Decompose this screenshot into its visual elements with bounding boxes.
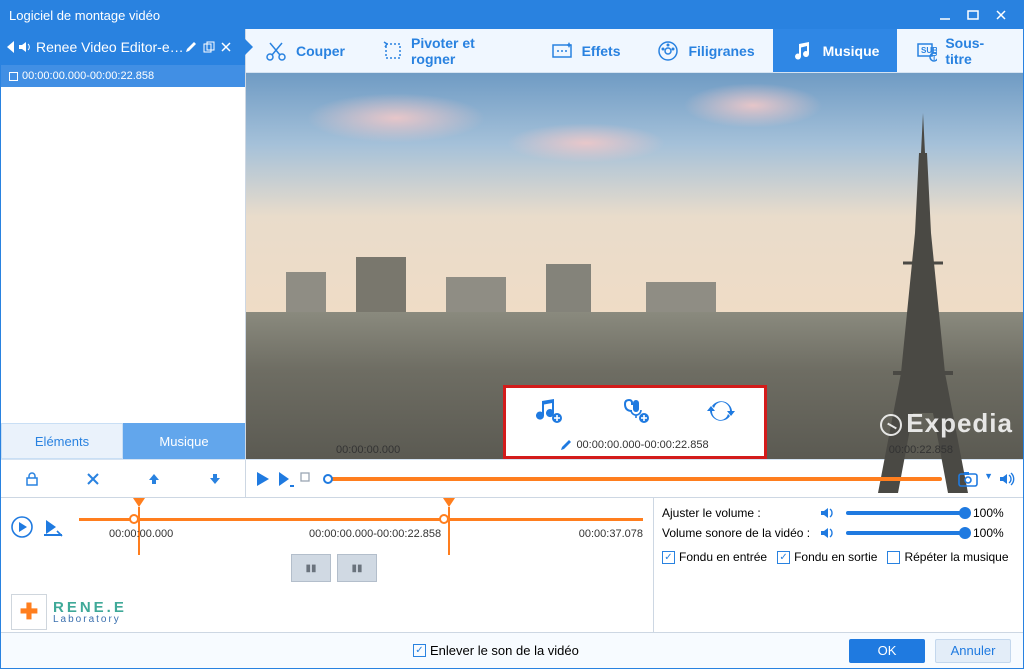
clip-list-empty [1,87,245,423]
adjust-volume-value: 100% [973,506,1015,520]
snapshot-icon[interactable] [958,471,978,487]
tool-cut[interactable]: Couper [246,29,363,72]
adjust-volume-slider[interactable] [846,511,965,515]
video-preview: Expedia 00:00:00.000-00:00:22.858 [246,73,1023,459]
volume-panel: Ajuster le volume : 100% Volume sonore d… [653,498,1023,632]
ruler-start: 00:00:00.000 [109,528,173,540]
left-panel: Renee Video Editor-ex... 00:00:00.000-00… [1,29,246,459]
minimize-button[interactable] [931,5,959,25]
clip-name: Renee Video Editor-ex... [36,39,185,55]
step-button[interactable] [298,470,312,488]
adjust-volume-label: Ajuster le volume : [662,506,812,520]
cancel-button[interactable]: Annuler [935,639,1011,663]
subtitle-icon: SUBT [915,39,937,63]
remove-audio-checkbox[interactable]: ✓Enlever le son de la vidéo [413,643,579,658]
preview-watermark: Expedia [880,408,1013,439]
brand-logo: ✚ RENE.E Laboratory [11,594,127,630]
transport-row: 00:00:00.000 00:00:22.858 ▼ [1,459,1023,497]
tool-watermark[interactable]: Filigranes [638,29,772,72]
play-button[interactable] [254,470,272,488]
ok-button[interactable]: OK [849,639,925,663]
tool-subtitle[interactable]: SUBT Sous-titre [897,29,1023,72]
repeat-checkbox[interactable]: Répéter la musique [887,550,1008,564]
progress-slider[interactable] [328,477,942,481]
play-segment-button[interactable] [276,470,294,488]
record-voice-icon[interactable] [621,397,649,425]
tool-music[interactable]: Musique [773,29,898,72]
watermark-icon [656,39,680,63]
fadeout-checkbox[interactable]: ✓Fondu en sortie [777,550,877,564]
remove-clip-icon[interactable] [221,42,239,52]
pencil-icon [560,439,572,451]
video-volume-label: Volume sonore de la vidéo : [662,526,812,540]
fadein-checkbox[interactable]: ✓Fondu en entrée [662,550,767,564]
clip-header[interactable]: Renee Video Editor-ex... [1,29,245,65]
music-icon [791,39,815,63]
collapse-icon [7,41,14,53]
speaker-icon [18,40,32,54]
video-volume-value: 100% [973,526,1015,540]
left-tabs: Eléments Musique [1,423,245,459]
ruler-end: 00:00:37.078 [579,528,643,540]
titlebar: Logiciel de montage vidéo [1,1,1023,29]
add-music-icon[interactable] [535,397,563,425]
delete-icon[interactable] [82,468,104,490]
tool-rotate-crop[interactable]: Pivoter et rogner [363,29,532,72]
overlay-timecode: 00:00:00.000-00:00:22.858 [576,439,708,451]
move-up-icon[interactable] [143,468,165,490]
music-overlay-panel: 00:00:00.000-00:00:22.858 [503,385,767,459]
clip-timecode: 00:00:00.000-00:00:22.858 [22,70,154,82]
ruler-mid: 00:00:00.000-00:00:22.858 [309,528,441,540]
app-title: Logiciel de montage vidéo [9,8,931,23]
logo-badge-icon: ✚ [11,594,47,630]
timeline-export-button[interactable] [43,517,63,537]
close-button[interactable] [987,5,1015,25]
tab-music[interactable]: Musique [123,423,245,459]
effects-icon [550,39,574,63]
timeline-ruler[interactable]: 00:00:00.000 00:00:00.000-00:00:22.858 0… [79,504,643,550]
timeline-play-button[interactable] [11,516,33,538]
timeline-panel: 00:00:00.000 00:00:00.000-00:00:22.858 0… [1,498,653,632]
tab-elements[interactable]: Eléments [1,423,123,459]
scissors-icon [264,39,288,63]
volume-icon[interactable] [999,471,1015,487]
maximize-button[interactable] [959,5,987,25]
progress-end-label: 00:00:22.858 [889,444,953,456]
lock-icon[interactable] [21,468,43,490]
main-toolbar: Couper Pivoter et rogner Effets Filigran… [246,29,1023,73]
segment-block[interactable]: ▮▮ [291,554,331,582]
refresh-icon[interactable] [707,397,735,425]
footer: ✓Enlever le son de la vidéo OK Annuler [1,632,1023,668]
video-volume-slider[interactable] [846,531,965,535]
move-down-icon[interactable] [204,468,226,490]
edit-icon[interactable] [185,41,203,53]
svg-text:T: T [932,55,937,62]
progress-start-label: 00:00:00.000 [336,444,400,456]
segment-block[interactable]: ▮▮ [337,554,377,582]
speaker-icon [820,526,838,540]
tool-effects[interactable]: Effets [532,29,639,72]
speaker-icon [820,506,838,520]
copy-icon[interactable] [203,41,221,53]
crop-rotate-icon [381,39,403,63]
clip-marker-icon [9,72,18,81]
clip-timecode-row[interactable]: 00:00:00.000-00:00:22.858 [1,65,245,87]
